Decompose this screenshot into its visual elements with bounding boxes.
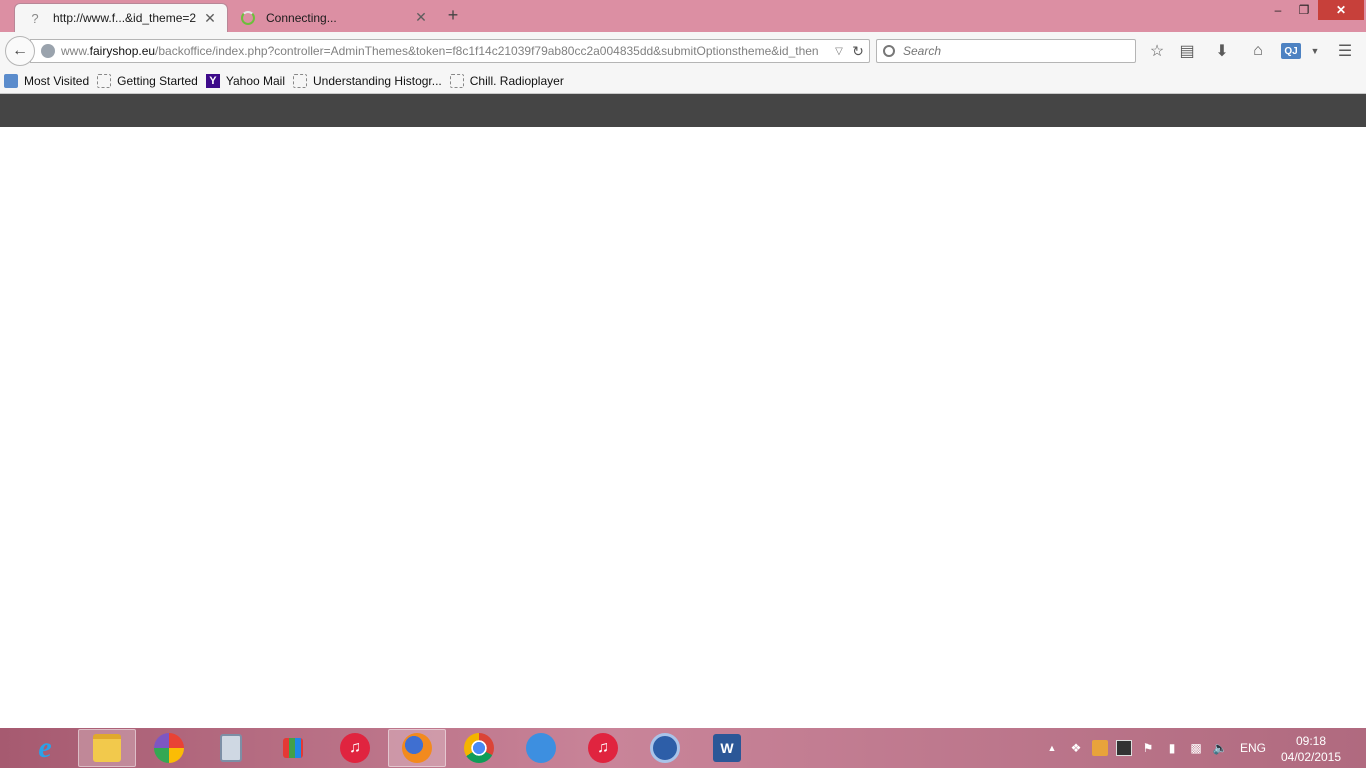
url-path: /backoffice/index.php?controller=AdminTh… xyxy=(155,44,819,58)
browser-tab-strip: ? http://www.f...&id_theme=2 ✕ Connectin… xyxy=(0,0,1366,32)
navigation-toolbar: ← www.fairyshop.eu/backoffice/index.php?… xyxy=(0,32,1366,69)
bookmark-label: Yahoo Mail xyxy=(225,74,286,88)
bookmark-most-visited[interactable]: Most Visited xyxy=(4,74,89,88)
url-prefix: www. xyxy=(61,44,90,58)
taskbar-itunes[interactable]: ♫ xyxy=(326,729,384,767)
dropbox-icon[interactable]: ❖ xyxy=(1068,740,1084,756)
minimize-button[interactable]: – xyxy=(1265,0,1291,20)
tab-label: Connecting... xyxy=(266,10,337,25)
restore-button[interactable]: ❐ xyxy=(1291,0,1317,20)
chevron-down-icon[interactable]: ▼ xyxy=(1308,40,1322,62)
address-bar[interactable]: www.fairyshop.eu/backoffice/index.php?co… xyxy=(30,39,870,63)
url-domain: fairyshop.eu xyxy=(89,44,156,58)
page-body xyxy=(0,127,1366,728)
folder-icon xyxy=(93,734,121,762)
network-signal-icon[interactable]: ▩ xyxy=(1188,740,1204,756)
internet-explorer-icon: e xyxy=(38,731,52,764)
sync-icon xyxy=(650,733,680,763)
blank-page-icon xyxy=(97,74,112,88)
language-indicator[interactable]: ENG xyxy=(1240,728,1266,768)
windows-taskbar: e ♫ ♫ W ▲ ❖ ⚑ ▮ ▩ 🔈 ENG 09:18 04/02/2015 xyxy=(0,728,1366,768)
tab-close-icon[interactable]: ✕ xyxy=(414,9,428,26)
back-button[interactable]: ← xyxy=(5,36,35,66)
itunes-icon: ♫ xyxy=(340,733,370,763)
taskbar-chrome[interactable] xyxy=(450,729,508,767)
taskbar-file-explorer[interactable] xyxy=(78,729,136,767)
bookmarks-toolbar: Most Visited Getting Started Y Yahoo Mai… xyxy=(0,69,1366,94)
close-window-button[interactable]: ✕ xyxy=(1318,0,1364,20)
chrome-icon xyxy=(464,733,494,763)
new-tab-button[interactable]: + xyxy=(444,6,462,24)
reading-list-icon[interactable]: ▤ xyxy=(1176,40,1198,62)
volume-icon[interactable]: 🔈 xyxy=(1212,740,1228,756)
globe-icon xyxy=(41,44,55,58)
messenger-icon xyxy=(526,733,556,763)
bookmark-understanding-histogr[interactable]: Understanding Histogr... xyxy=(293,74,442,88)
show-hidden-icons-icon[interactable]: ▲ xyxy=(1044,740,1060,756)
search-icon xyxy=(883,45,895,57)
clock-time: 09:18 xyxy=(1295,734,1327,748)
blank-page-icon xyxy=(293,74,308,88)
unknown-page-icon: ? xyxy=(31,10,39,26)
battery-icon[interactable]: ▮ xyxy=(1164,740,1180,756)
downloads-icon[interactable]: ⬇ xyxy=(1211,40,1233,62)
most-visited-icon xyxy=(4,74,18,88)
taskbar-sync-app[interactable] xyxy=(636,729,694,767)
reload-icon[interactable]: ↻ xyxy=(847,43,869,60)
blank-page-icon xyxy=(449,74,464,88)
bookmark-label: Most Visited xyxy=(24,74,90,88)
taskbar-itunes-2[interactable]: ♫ xyxy=(574,729,632,767)
url-text[interactable]: www.fairyshop.eu/backoffice/index.php?co… xyxy=(61,44,831,58)
yahoo-icon: Y xyxy=(205,74,220,88)
tab-label: http://www.f...&id_theme=2 xyxy=(53,11,197,25)
itunes-icon: ♫ xyxy=(588,733,618,763)
tray-app-icon[interactable] xyxy=(1092,740,1108,756)
word-icon: W xyxy=(713,734,741,762)
taskbar-word[interactable]: W xyxy=(698,729,756,767)
taskbar-firefox[interactable] xyxy=(388,729,446,767)
hamburger-menu-icon[interactable]: ☰ xyxy=(1334,40,1356,62)
taskbar-picasa[interactable] xyxy=(140,729,198,767)
search-bar[interactable] xyxy=(876,39,1136,63)
search-input[interactable] xyxy=(903,44,1123,58)
bookmark-yahoo-mail[interactable]: Y Yahoo Mail xyxy=(205,74,286,88)
apps-grid-icon xyxy=(283,738,303,758)
tab-fairyshop[interactable]: ? http://www.f...&id_theme=2 ✕ xyxy=(14,3,228,32)
bookmark-star-icon[interactable]: ☆ xyxy=(1146,40,1168,62)
bookmark-label: Getting Started xyxy=(117,74,198,88)
bookmark-label: Chill. Radioplayer xyxy=(469,74,564,88)
tab-close-icon[interactable]: ✕ xyxy=(203,10,217,27)
taskbar-apps-grid[interactable] xyxy=(264,729,322,767)
picasa-icon xyxy=(154,733,184,763)
loading-spinner-icon xyxy=(240,10,256,26)
profile-extension-button[interactable]: QJ xyxy=(1280,40,1302,62)
taskbar-internet-explorer[interactable]: e xyxy=(16,729,74,767)
firefox-icon xyxy=(402,733,432,763)
back-arrow-icon: ← xyxy=(12,42,28,59)
history-dropdown-icon[interactable]: ▽ xyxy=(831,46,847,57)
bookmark-label: Understanding Histogr... xyxy=(313,74,442,88)
system-clock[interactable]: 09:18 04/02/2015 xyxy=(1276,733,1346,765)
profile-badge: QJ xyxy=(1281,43,1301,59)
action-center-flag-icon[interactable]: ⚑ xyxy=(1140,740,1156,756)
clock-date: 04/02/2015 xyxy=(1280,750,1342,764)
page-header-bar xyxy=(0,94,1366,127)
taskbar-calculator[interactable] xyxy=(202,729,260,767)
taskbar-messenger[interactable] xyxy=(512,729,570,767)
home-icon[interactable]: ⌂ xyxy=(1247,40,1269,62)
tray-window-icon[interactable] xyxy=(1116,740,1132,756)
bookmark-getting-started[interactable]: Getting Started xyxy=(97,74,198,88)
tab-connecting[interactable]: Connecting... ✕ xyxy=(228,3,438,32)
calculator-icon xyxy=(220,734,242,762)
bookmark-chill-radioplayer[interactable]: Chill. Radioplayer xyxy=(449,74,564,88)
